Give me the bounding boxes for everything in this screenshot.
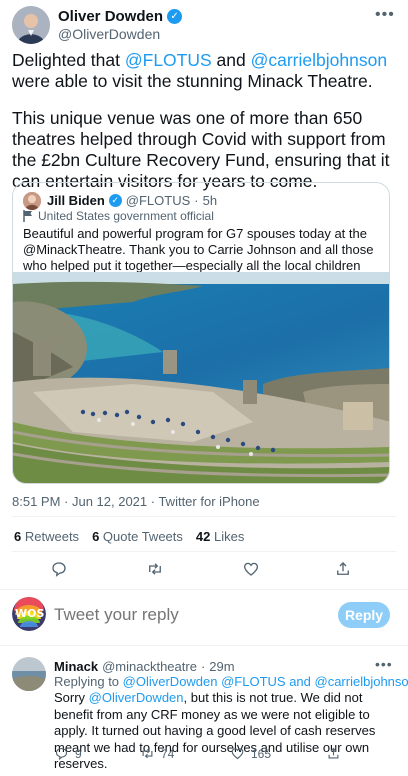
- replying-to-mentions[interactable]: @OliverDowden @FLOTUS and @carrielbjohns…: [123, 674, 408, 689]
- reply-retweet-action[interactable]: 74: [140, 746, 174, 761]
- share-action-icon[interactable]: [334, 560, 352, 583]
- reply-share-action[interactable]: [326, 746, 341, 766]
- reply-like-action[interactable]: 165: [230, 746, 271, 761]
- tweet-stats: 6 Retweets 6 Quote Tweets 42 Likes: [14, 529, 244, 544]
- verified-badge-icon: ✓: [108, 194, 122, 207]
- quote-tweets-stat[interactable]: 6 Quote Tweets: [92, 529, 183, 544]
- quote-tweets-label: Quote Tweets: [102, 529, 183, 544]
- divider: [0, 645, 408, 646]
- author-handle[interactable]: @OliverDowden: [58, 26, 160, 42]
- separator-dot: ·: [194, 193, 199, 208]
- quoted-tweet[interactable]: Jill Biden ✓ @FLOTUS · 5h United States …: [12, 182, 390, 484]
- quote-tweets-count: 6: [92, 529, 100, 544]
- reply-action-icon[interactable]: [50, 560, 68, 583]
- author-name-row[interactable]: Oliver Dowden ✓: [58, 8, 183, 25]
- quote-time: 5h: [202, 193, 218, 208]
- tweet-timestamp[interactable]: 8:51 PM · Jun 12, 2021 · Twitter for iPh…: [12, 494, 260, 509]
- divider: [12, 551, 396, 552]
- author-avatar-image: [12, 6, 50, 44]
- government-label-text: United States government official: [38, 209, 214, 223]
- retweet-action-icon[interactable]: [146, 560, 164, 583]
- minack-theatre-photo: [13, 272, 389, 483]
- retweets-count: 6: [14, 529, 22, 544]
- user-avatar[interactable]: WOS: [12, 597, 46, 631]
- retweet-count: 74: [161, 746, 175, 761]
- reply-input[interactable]: [54, 604, 304, 626]
- mention-carrie[interactable]: @carrielbjohnson: [251, 50, 387, 70]
- reply-button[interactable]: Reply: [338, 602, 390, 628]
- reply-text-part: Sorry: [54, 690, 89, 705]
- more-options-icon[interactable]: •••: [375, 6, 395, 24]
- divider: [12, 516, 396, 517]
- reply-author-name[interactable]: Minack: [54, 659, 98, 674]
- avatar-text: WOS: [15, 607, 45, 620]
- reply-reply-action[interactable]: 9: [54, 746, 82, 761]
- quote-author-avatar: [23, 192, 41, 210]
- tweet-text-part: were able to visit the stunning Minack T…: [12, 71, 373, 91]
- quote-author-handle: @FLOTUS: [125, 193, 191, 208]
- tweet-text-part: Delighted that: [12, 50, 125, 70]
- like-action-icon[interactable]: [242, 560, 260, 583]
- likes-count: 42: [195, 529, 211, 544]
- reply-time[interactable]: 29m: [209, 659, 234, 674]
- quote-author-name: Jill Biden: [47, 193, 105, 208]
- likes-label: Likes: [214, 529, 245, 544]
- reply-text: Sorry @OliverDowden, but this is not tru…: [54, 690, 398, 773]
- reply-count: 9: [75, 746, 82, 761]
- mention-oliverdowden[interactable]: @OliverDowden: [89, 690, 184, 705]
- flag-icon: [23, 210, 32, 222]
- reply-author-avatar[interactable]: [12, 657, 46, 691]
- author-name[interactable]: Oliver Dowden: [58, 8, 163, 25]
- verified-badge-icon: ✓: [167, 9, 183, 24]
- like-icon: [231, 748, 244, 760]
- quote-media-image[interactable]: [13, 272, 389, 483]
- author-avatar[interactable]: [12, 6, 50, 44]
- likes-stat[interactable]: 42 Likes: [196, 529, 244, 544]
- quote-header: Jill Biden ✓ @FLOTUS · 5h: [47, 193, 217, 208]
- replying-to-line: Replying to @OliverDowden @FLOTUS and @c…: [54, 674, 408, 691]
- tweet-paragraph-2: This unique venue was one of more than 6…: [12, 108, 390, 191]
- retweet-icon: [142, 748, 153, 759]
- replying-to-prefix: Replying to: [54, 674, 123, 689]
- like-count: 165: [251, 746, 272, 761]
- reply-more-options-icon[interactable]: •••: [375, 656, 393, 672]
- share-icon: [328, 747, 339, 759]
- mention-flotus[interactable]: @FLOTUS: [125, 50, 212, 70]
- reply-author-handle[interactable]: @minacktheatre: [102, 659, 197, 674]
- reply-icon: [55, 747, 68, 761]
- minack-avatar-image: [12, 657, 46, 691]
- tweet-text: Delighted that @FLOTUS and @carrielbjohn…: [12, 50, 402, 92]
- tweet-text-part: and: [211, 50, 251, 70]
- retweets-stat[interactable]: 6 Retweets: [14, 529, 79, 544]
- retweets-label: Retweets: [24, 529, 80, 544]
- divider: [0, 589, 408, 590]
- reply-header: Minack @minacktheatre · 29m: [54, 659, 235, 674]
- government-label: United States government official: [23, 209, 214, 223]
- separator-dot: ·: [200, 659, 206, 674]
